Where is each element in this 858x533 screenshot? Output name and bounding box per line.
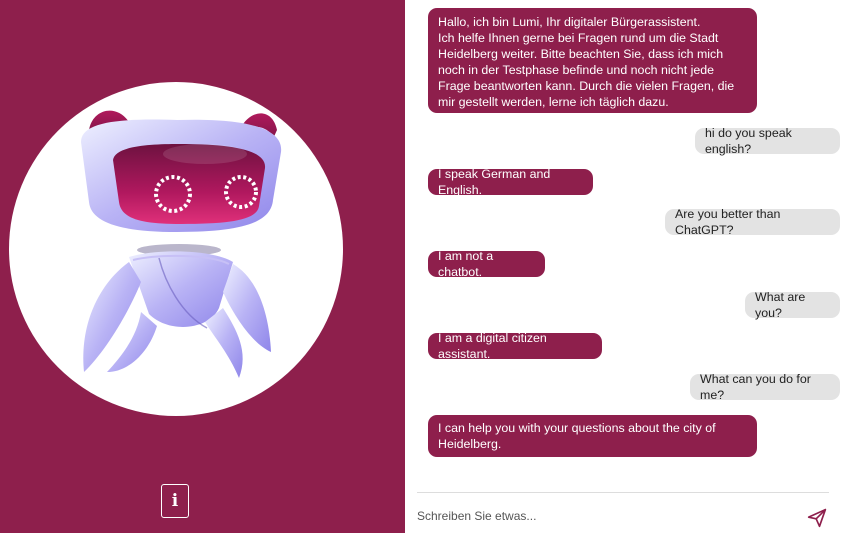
message-input[interactable] [405, 502, 785, 530]
sidebar-panel: i [0, 0, 405, 533]
bot-message: I am not a chatbot. [428, 249, 545, 279]
user-message: What are you? [745, 290, 840, 320]
composer-divider [417, 492, 829, 493]
info-button[interactable]: i [161, 484, 189, 518]
bot-message: I am a digital citizen assistant. [428, 331, 602, 361]
avatar-circle [9, 82, 343, 416]
send-icon[interactable] [807, 508, 827, 528]
bot-message: I can help you with your questions about… [428, 415, 757, 457]
chat-panel: Hallo, ich bin Lumi, Ihr digitaler Bürge… [405, 0, 858, 533]
info-icon: i [171, 491, 179, 511]
user-message: hi do you speak english? [695, 126, 840, 156]
bot-message: Hallo, ich bin Lumi, Ihr digitaler Bürge… [428, 8, 757, 113]
robot-mascot-icon [81, 110, 282, 378]
user-message: Are you better than ChatGPT? [665, 207, 840, 237]
message-list: Hallo, ich bin Lumi, Ihr digitaler Bürge… [405, 0, 858, 490]
bot-message: I speak German and English. [428, 167, 593, 197]
user-message: What can you do for me? [690, 372, 840, 402]
